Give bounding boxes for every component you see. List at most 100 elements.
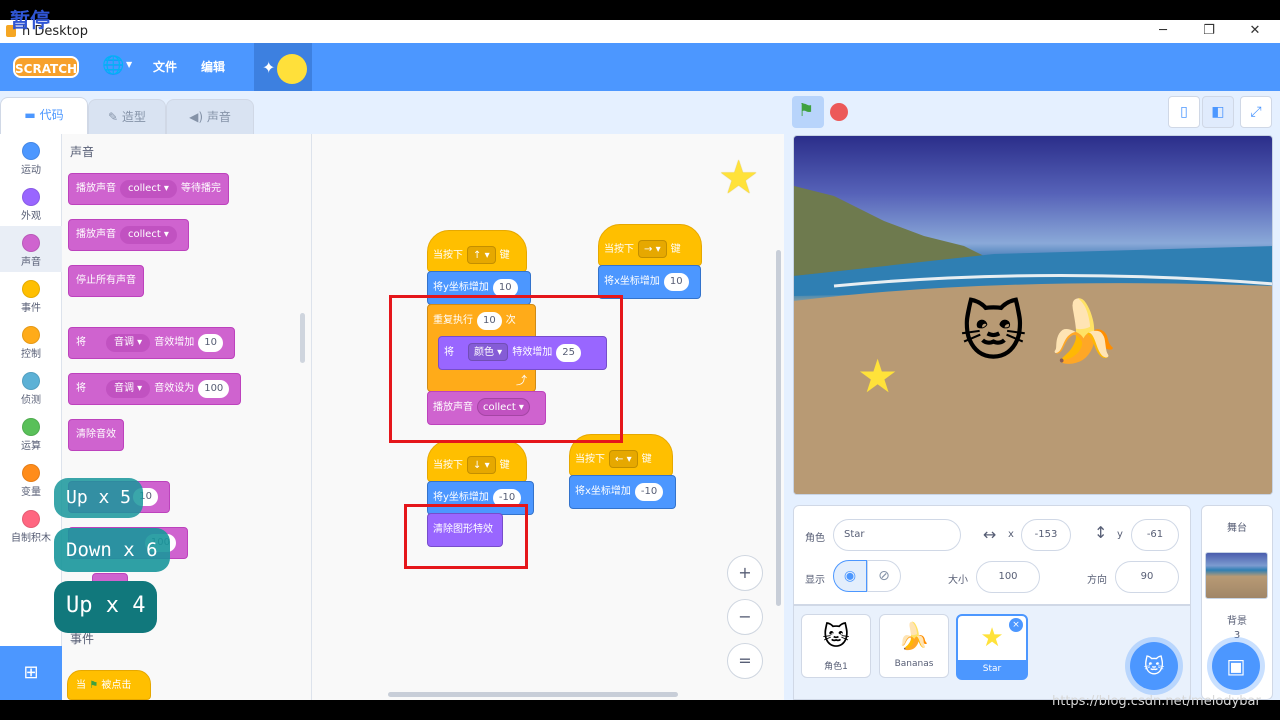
- star-sprite-icon[interactable]: ★: [857, 350, 898, 402]
- effect-dropdown[interactable]: 音调 ▾: [106, 334, 151, 352]
- block-when-up-pressed[interactable]: 当按下 ↑ ▾ 键: [427, 230, 527, 272]
- sound-dropdown[interactable]: collect ▾: [120, 226, 177, 244]
- category-label: 侦测: [21, 395, 41, 406]
- tab-code-label: 代码: [39, 108, 64, 122]
- y-label: y: [1117, 529, 1123, 540]
- motion-dot-icon: [22, 142, 40, 160]
- y-input[interactable]: -61: [1131, 519, 1179, 551]
- current-sprite-star-icon: ★: [718, 150, 760, 204]
- tab-sounds-label: 声音: [206, 110, 231, 124]
- zoom-in-button[interactable]: +: [727, 555, 763, 591]
- category-sensing[interactable]: 侦测: [0, 364, 62, 410]
- fullscreen-button[interactable]: ⤢: [1240, 96, 1272, 128]
- key-dropdown[interactable]: → ▾: [638, 240, 667, 258]
- x-input[interactable]: -153: [1021, 519, 1071, 551]
- green-flag-icon: ⚑: [798, 100, 815, 121]
- dropdown-value: ↓: [473, 460, 482, 471]
- block-when-down-pressed[interactable]: 当按下 ↓ ▾ 键: [427, 440, 527, 482]
- category-variables[interactable]: 变量: [0, 456, 62, 502]
- block-when-right-pressed[interactable]: 当按下 → ▾ 键: [598, 224, 702, 266]
- file-menu[interactable]: 文件: [153, 58, 177, 75]
- sprite-card-cat[interactable]: 🐱 角色1: [801, 614, 871, 678]
- paused-label: 暂停: [10, 8, 50, 32]
- dropdown-value: collect: [128, 183, 161, 194]
- value-input[interactable]: 10: [198, 334, 223, 352]
- block-change-x-left[interactable]: 将x坐标增加 -10: [569, 475, 676, 509]
- small-stage-button[interactable]: ▯: [1168, 96, 1200, 128]
- zoom-out-button[interactable]: −: [727, 599, 763, 635]
- category-motion[interactable]: 运动: [0, 134, 62, 180]
- block-play-sound[interactable]: 播放声音 collect ▾: [68, 219, 189, 251]
- direction-input[interactable]: 90: [1115, 561, 1179, 593]
- palette-scrollbar[interactable]: [300, 313, 305, 363]
- block-when-flag-clicked[interactable]: 当 ⚑ 被点击: [67, 670, 151, 700]
- sound-dropdown[interactable]: collect ▾: [120, 180, 177, 198]
- show-visible-button[interactable]: ◉: [833, 560, 867, 592]
- add-extension-button[interactable]: ⊞: [0, 646, 62, 700]
- edit-menu[interactable]: 编辑: [201, 58, 225, 75]
- block-clear-sound-effects[interactable]: 清除音效: [68, 419, 124, 451]
- sprite-name-input[interactable]: Star: [833, 519, 961, 551]
- block-text: 音效设为: [154, 383, 195, 394]
- restore-button[interactable]: ❐: [1194, 22, 1224, 40]
- control-dot-icon: [22, 326, 40, 344]
- script-vertical-scrollbar[interactable]: [776, 250, 781, 606]
- category-my-blocks[interactable]: 自制积木: [0, 502, 62, 548]
- block-change-sound-effect[interactable]: 将 音调 ▾ 音效增加 10: [68, 327, 235, 359]
- effect-dropdown[interactable]: 音调 ▾: [106, 380, 151, 398]
- bananas-sprite-icon[interactable]: 🍌: [1045, 292, 1120, 372]
- block-text: 当按下: [575, 454, 605, 465]
- stop-button[interactable]: [830, 103, 848, 121]
- green-flag-icon: ⚑: [89, 680, 99, 691]
- category-control[interactable]: 控制: [0, 318, 62, 364]
- key-dropdown[interactable]: ← ▾: [609, 450, 638, 468]
- show-hidden-button[interactable]: ⊘: [867, 560, 901, 592]
- minimize-button[interactable]: ─: [1148, 22, 1178, 40]
- tab-sounds[interactable]: ◀) 声音: [166, 99, 254, 135]
- block-text: 音效增加: [154, 337, 195, 348]
- variables-dot-icon: [22, 464, 40, 482]
- tab-costumes[interactable]: ✎ 造型: [88, 99, 166, 135]
- globe-icon[interactable]: 🌐: [102, 55, 124, 76]
- watermark-text: https://blog.csdn.net/melodybar: [1052, 694, 1261, 709]
- key-dropdown[interactable]: ↑ ▾: [467, 246, 496, 264]
- y-arrows-icon: ↕: [1094, 523, 1108, 542]
- dropdown-value: →: [644, 244, 653, 255]
- sprite-card-bananas[interactable]: 🍌 Bananas: [879, 614, 949, 678]
- block-text: 键: [641, 454, 652, 465]
- category-events[interactable]: 事件: [0, 272, 62, 318]
- backdrop-thumbnail[interactable]: [1205, 552, 1268, 599]
- tab-code[interactable]: ▬ 代码: [0, 97, 88, 135]
- zoom-reset-button[interactable]: =: [727, 643, 763, 679]
- category-sound[interactable]: 声音: [0, 226, 62, 272]
- block-text: 播放声音: [76, 183, 116, 194]
- block-set-sound-effect[interactable]: 将 音调 ▾ 音效设为 100: [68, 373, 242, 405]
- cat-sprite-icon[interactable]: 🐱: [960, 285, 1027, 381]
- stage-canvas[interactable]: [793, 135, 1273, 495]
- block-text: 键: [670, 244, 681, 255]
- category-looks[interactable]: 外观: [0, 180, 62, 226]
- key-dropdown[interactable]: ↓ ▾: [467, 456, 496, 474]
- normal-stage-button[interactable]: ◧: [1202, 96, 1234, 128]
- delete-sprite-icon[interactable]: ×: [1009, 618, 1023, 632]
- scratch-logo[interactable]: SCRATCH: [13, 56, 79, 78]
- category-operators[interactable]: 运算: [0, 410, 62, 456]
- script-horizontal-scrollbar[interactable]: [388, 692, 678, 697]
- title-bar: [0, 20, 1280, 43]
- value-input[interactable]: 100: [198, 380, 230, 398]
- add-sprite-button[interactable]: 🐱: [1130, 642, 1178, 690]
- block-change-x-right[interactable]: 将x坐标增加 10: [598, 265, 701, 299]
- close-button[interactable]: ✕: [1240, 22, 1270, 40]
- sprite-name: Bananas: [894, 659, 934, 669]
- value-input[interactable]: -10: [634, 483, 664, 501]
- add-backdrop-button[interactable]: ▣: [1212, 642, 1260, 690]
- block-text: 将: [76, 383, 86, 394]
- block-text: 当: [76, 680, 86, 691]
- block-play-sound-until-done[interactable]: 播放声音 collect ▾ 等待播完: [68, 173, 229, 205]
- block-text: 将x坐标增加: [575, 486, 631, 497]
- block-text: 当按下: [604, 244, 634, 255]
- block-stop-all-sounds[interactable]: 停止所有声音: [68, 265, 144, 297]
- size-input[interactable]: 100: [976, 561, 1040, 593]
- category-label: 自制积木: [11, 533, 51, 544]
- value-input[interactable]: 10: [663, 273, 689, 291]
